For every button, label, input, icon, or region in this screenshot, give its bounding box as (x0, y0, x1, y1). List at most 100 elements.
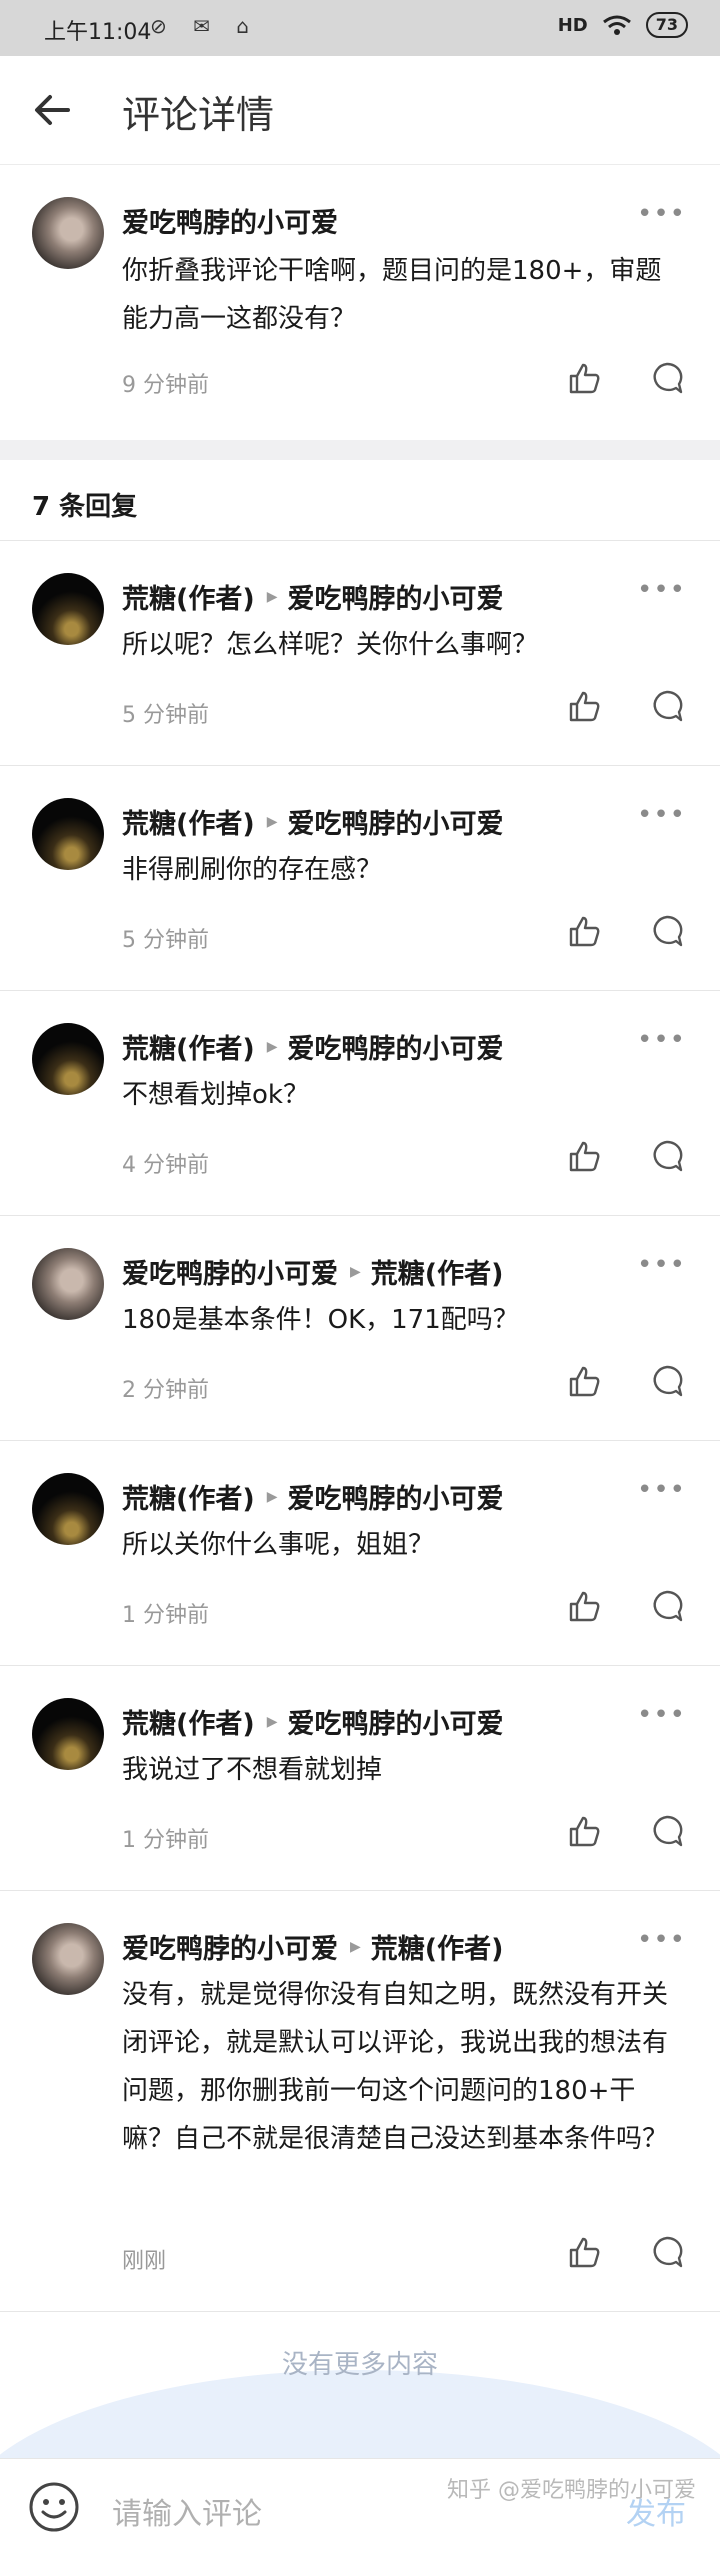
reply-time: 5 分钟前 (122, 928, 209, 953)
comment-author[interactable]: 爱吃鸭脖的小可爱 (122, 201, 338, 240)
reply-bubble-icon[interactable] (650, 1589, 684, 1623)
comment-input[interactable]: 请输入评论 (112, 2489, 262, 2533)
more-options-icon[interactable]: ••• (637, 577, 686, 603)
reply-from[interactable]: 荒糖(作者) (122, 577, 255, 616)
reply-time: 1 分钟前 (122, 1828, 209, 1853)
decorative-arc (0, 2370, 720, 2460)
reply-from[interactable]: 爱吃鸭脖的小可爱 (122, 1252, 338, 1291)
thumbs-up-icon[interactable] (568, 1139, 602, 1173)
reply-bubble-icon[interactable] (650, 361, 684, 395)
reply-item: 荒糖(作者) ▶ 爱吃鸭脖的小可爱 ••• 所以呢？怎么样呢？关你什么事啊？ 5… (0, 541, 720, 766)
reply-from[interactable]: 荒糖(作者) (122, 1027, 255, 1066)
reply-time: 1 分钟前 (122, 1603, 209, 1628)
reply-item: 荒糖(作者) ▶ 爱吃鸭脖的小可爱 ••• 非得刷刷你的存在感？ 5 分钟前 (0, 766, 720, 991)
reply-item: 爱吃鸭脖的小可爱 ▶ 荒糖(作者) ••• 180是基本条件！OK，171配吗？… (0, 1216, 720, 1441)
reply-to-arrow-icon: ▶ (266, 1713, 278, 1730)
status-right: HD 73 (558, 12, 688, 38)
reply-from[interactable]: 荒糖(作者) (122, 1477, 255, 1516)
comment-text: 你折叠我评论干啥啊，题目问的是180+，审题能力高一这都没有？ (122, 256, 662, 334)
thumbs-up-icon[interactable] (568, 1364, 602, 1398)
avatar[interactable] (32, 1023, 104, 1095)
thumbs-up-icon[interactable] (568, 1589, 602, 1623)
reply-time: 2 分钟前 (122, 1378, 209, 1403)
more-options-icon[interactable]: ••• (637, 1477, 686, 1503)
page-title: 评论详情 (122, 93, 275, 137)
reply-bubble-icon[interactable] (650, 1364, 684, 1398)
reply-to[interactable]: 爱吃鸭脖的小可爱 (287, 802, 503, 841)
back-arrow-icon[interactable] (28, 86, 76, 134)
reply-bubble-icon[interactable] (650, 2235, 684, 2269)
reply-bubble-icon[interactable] (650, 1139, 684, 1173)
reply-item: 荒糖(作者) ▶ 爱吃鸭脖的小可爱 ••• 不想看划掉ok？ 4 分钟前 (0, 991, 720, 1216)
app-header: 评论详情 (0, 56, 720, 165)
reply-item: 爱吃鸭脖的小可爱 ▶ 荒糖(作者) ••• 没有，就是觉得你没有自知之明，既然没… (0, 1891, 720, 2312)
more-options-icon[interactable]: ••• (637, 1027, 686, 1053)
watermark-text: 知乎 @爱吃鸭脖的小可爱 (447, 2478, 696, 2503)
thumbs-up-icon[interactable] (568, 914, 602, 948)
emoji-icon[interactable] (28, 2481, 80, 2533)
reply-text: 不想看划掉ok？ (122, 1080, 309, 1110)
thumbs-up-icon[interactable] (568, 1814, 602, 1848)
signal-icon: HD (557, 14, 588, 36)
reply-text: 所以呢？怎么样呢？关你什么事啊？ (122, 630, 539, 660)
reply-to-arrow-icon: ▶ (350, 1938, 361, 1955)
reply-to[interactable]: 荒糖(作者) (371, 1927, 504, 1966)
reply-from[interactable]: 荒糖(作者) (122, 802, 255, 841)
avatar[interactable] (32, 573, 104, 645)
avatar[interactable] (32, 197, 104, 269)
reply-text: 我说过了不想看就划掉 (122, 1755, 383, 1785)
reply-author-row: 荒糖(作者) ▶ 爱吃鸭脖的小可爱 (122, 1702, 503, 1741)
reply-count: 7 条回复 (32, 492, 138, 522)
comment-author-row: 爱吃鸭脖的小可爱 (122, 201, 338, 240)
reply-author-row: 荒糖(作者) ▶ 爱吃鸭脖的小可爱 (122, 802, 503, 841)
end-of-list: 没有更多内容 (0, 2300, 720, 2460)
reply-time: 4 分钟前 (122, 1153, 209, 1178)
reply-author-row: 荒糖(作者) ▶ 爱吃鸭脖的小可爱 (122, 1027, 503, 1066)
reply-time: 刚刚 (122, 2249, 167, 2274)
more-options-icon[interactable]: ••• (637, 1252, 686, 1278)
reply-item: 荒糖(作者) ▶ 爱吃鸭脖的小可爱 ••• 我说过了不想看就划掉 1 分钟前 (0, 1666, 720, 1891)
reply-to-arrow-icon: ▶ (266, 588, 278, 605)
reply-to[interactable]: 爱吃鸭脖的小可爱 (287, 1702, 503, 1741)
thumbs-up-icon[interactable] (568, 689, 602, 723)
reply-bubble-icon[interactable] (650, 1814, 684, 1848)
reply-item: 荒糖(作者) ▶ 爱吃鸭脖的小可爱 ••• 所以关你什么事呢，姐姐？ 1 分钟前 (0, 1441, 720, 1666)
reply-bubble-icon[interactable] (650, 689, 684, 723)
no-more-text: 没有更多内容 (281, 2350, 438, 2380)
reply-to-arrow-icon: ▶ (350, 1263, 361, 1280)
avatar[interactable] (32, 798, 104, 870)
reply-from[interactable]: 爱吃鸭脖的小可爱 (122, 1927, 338, 1966)
reply-text: 没有，就是觉得你没有自知之明，既然没有开关闭评论，就是默认可以评论，我说出我的想… (122, 1980, 669, 2154)
notification-icons: ⊘ ✉ ⌂ (150, 14, 259, 38)
avatar[interactable] (32, 1248, 104, 1320)
more-options-icon[interactable]: ••• (637, 1927, 686, 1953)
reply-text: 所以关你什么事呢，姐姐？ (122, 1530, 435, 1560)
reply-to[interactable]: 爱吃鸭脖的小可爱 (287, 1027, 503, 1066)
more-options-icon[interactable]: ••• (637, 1702, 686, 1728)
reply-to[interactable]: 爱吃鸭脖的小可爱 (287, 1477, 503, 1516)
reply-to-arrow-icon: ▶ (266, 1488, 278, 1505)
thumbs-up-icon[interactable] (568, 2235, 602, 2269)
reply-author-row: 爱吃鸭脖的小可爱 ▶ 荒糖(作者) (122, 1927, 503, 1966)
main-comment: 爱吃鸭脖的小可爱 ••• 你折叠我评论干啥啊，题目问的是180+，审题能力高一这… (0, 165, 720, 441)
reply-text: 180是基本条件！OK，171配吗？ (122, 1305, 519, 1335)
reply-text: 非得刷刷你的存在感？ (122, 855, 383, 885)
reply-to[interactable]: 荒糖(作者) (371, 1252, 504, 1291)
section-divider (0, 440, 720, 460)
status-time: 上午11:04 (44, 20, 152, 45)
reply-from[interactable]: 荒糖(作者) (122, 1702, 255, 1741)
more-options-icon[interactable]: ••• (637, 802, 686, 828)
avatar[interactable] (32, 1698, 104, 1770)
thumbs-up-icon[interactable] (568, 361, 602, 395)
comment-detail-page: 上午11:04 ⊘ ✉ ⌂ HD 73 评论详情 爱吃鸭脖的小可爱 ••• 你折… (0, 0, 720, 2554)
reply-author-row: 荒糖(作者) ▶ 爱吃鸭脖的小可爱 (122, 1477, 503, 1516)
reply-to[interactable]: 爱吃鸭脖的小可爱 (287, 577, 503, 616)
avatar[interactable] (32, 1923, 104, 1995)
reply-to-arrow-icon: ▶ (266, 1038, 278, 1055)
wifi-icon (602, 15, 631, 35)
more-options-icon[interactable]: ••• (637, 201, 686, 227)
avatar[interactable] (32, 1473, 104, 1545)
reply-bubble-icon[interactable] (650, 914, 684, 948)
reply-author-row: 荒糖(作者) ▶ 爱吃鸭脖的小可爱 (122, 577, 503, 616)
comment-time: 9 分钟前 (122, 373, 209, 398)
